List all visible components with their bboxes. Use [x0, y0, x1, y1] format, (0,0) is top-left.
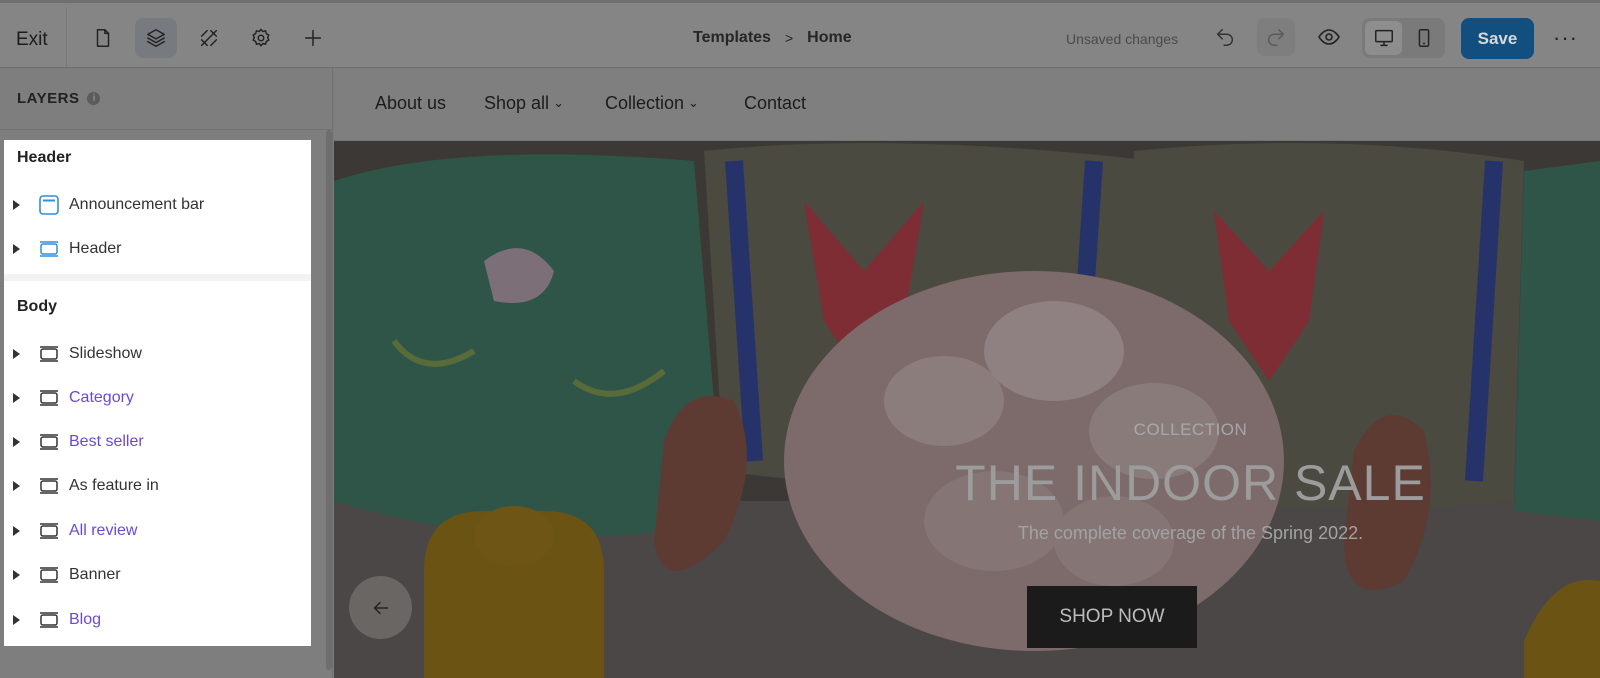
more-options-button[interactable]: ···: [1553, 25, 1578, 51]
preview-button[interactable]: [1313, 21, 1345, 53]
layer-all-review[interactable]: All review: [4, 516, 311, 546]
layer-label: Header: [69, 240, 122, 257]
section-icon: [38, 387, 60, 409]
store-nav: About us Shop all ⌄ Collection ⌄ Contact: [334, 68, 1600, 141]
section-title-body: Body: [17, 298, 57, 315]
hero-content: COLLECTION THE INDOOR SALE The complete …: [334, 141, 1600, 678]
expand-caret-icon[interactable]: [13, 570, 20, 580]
announcement-icon: [38, 194, 60, 216]
page-icon[interactable]: [82, 18, 124, 58]
layer-best-seller[interactable]: Best seller: [4, 427, 311, 457]
section-icon: [38, 475, 60, 497]
layer-header[interactable]: Header: [4, 234, 311, 264]
section-icon: [38, 520, 60, 542]
exit-button[interactable]: Exit: [16, 29, 48, 51]
layer-label: Slideshow: [69, 345, 142, 362]
layers-icon[interactable]: [135, 18, 177, 58]
section-divider: [4, 274, 311, 281]
top-toolbar: Exit Templates > Home Unsaved changes Sa: [0, 0, 1600, 68]
eye-icon: [1318, 29, 1340, 45]
expand-caret-icon[interactable]: [13, 526, 20, 536]
plus-icon[interactable]: [292, 18, 334, 58]
hero-eyebrow: COLLECTION: [1133, 420, 1248, 439]
layer-as-feature-in[interactable]: As feature in: [4, 471, 311, 501]
nav-label: About us: [375, 93, 447, 113]
layer-label: All review: [69, 522, 138, 539]
breadcrumb-separator: >: [784, 30, 794, 46]
breadcrumb: Templates > Home: [693, 29, 852, 47]
toolbar-divider: [66, 7, 67, 67]
layers-panel: LAYERS i Header Announcement bar Header …: [0, 68, 333, 678]
undo-button[interactable]: [1206, 18, 1244, 56]
section-icon: [38, 609, 60, 631]
layers-scrollbar[interactable]: [326, 130, 332, 670]
layer-slideshow[interactable]: Slideshow: [4, 339, 311, 369]
nav-collection[interactable]: Collection ⌄: [605, 93, 699, 114]
section-icon: [38, 343, 60, 365]
layers-list: Header Announcement bar Header Body Slid…: [4, 140, 311, 646]
page-preview: About us Shop all ⌄ Collection ⌄ Contact: [334, 68, 1600, 678]
layer-label: Category: [69, 389, 134, 406]
expand-caret-icon[interactable]: [13, 615, 20, 625]
shop-now-button[interactable]: SHOP NOW: [1027, 586, 1197, 648]
layer-label: Blog: [69, 611, 102, 628]
nav-shop-all[interactable]: Shop all ⌄: [484, 93, 564, 114]
layer-label: Best seller: [69, 433, 144, 450]
expand-caret-icon[interactable]: [13, 349, 20, 359]
save-button[interactable]: Save: [1461, 18, 1534, 59]
layer-category[interactable]: Category: [4, 383, 311, 413]
expand-caret-icon[interactable]: [13, 393, 20, 403]
layer-label: Announcement bar: [69, 196, 205, 213]
hero-headline: THE INDOOR SALE: [955, 455, 1426, 511]
expand-caret-icon[interactable]: [13, 244, 20, 254]
expand-caret-icon[interactable]: [13, 437, 20, 447]
layer-label: As feature in: [69, 477, 159, 494]
section-icon: [38, 431, 60, 453]
nav-contact[interactable]: Contact: [744, 93, 806, 114]
layer-blog[interactable]: Blog: [4, 605, 311, 635]
tools-icon[interactable]: [188, 18, 230, 58]
redo-icon: [1268, 28, 1285, 46]
nav-label: Shop all: [484, 93, 550, 113]
chevron-down-icon: ⌄: [553, 94, 564, 110]
section-icon: [38, 238, 60, 260]
gear-icon[interactable]: [240, 18, 282, 58]
desktop-view-button[interactable]: [1365, 21, 1402, 55]
mobile-view-button[interactable]: [1405, 21, 1442, 55]
section-title-header: Header: [17, 149, 72, 166]
desktop-icon: [1374, 29, 1393, 47]
layer-label: Banner: [69, 566, 121, 583]
layer-banner[interactable]: Banner: [4, 560, 311, 590]
redo-button[interactable]: [1257, 18, 1295, 56]
unsaved-status: Unsaved changes: [1066, 31, 1179, 47]
layers-title: LAYERS: [17, 90, 80, 107]
nav-about-us[interactable]: About us: [375, 93, 446, 114]
nav-label: Contact: [744, 93, 807, 113]
layer-announcement-bar[interactable]: Announcement bar: [4, 190, 311, 220]
breadcrumb-parent[interactable]: Templates: [693, 29, 771, 47]
expand-caret-icon[interactable]: [13, 200, 20, 210]
chevron-down-icon: ⌄: [688, 94, 699, 110]
expand-caret-icon[interactable]: [13, 481, 20, 491]
breadcrumb-current[interactable]: Home: [807, 29, 851, 47]
undo-icon: [1216, 28, 1233, 46]
mobile-icon: [1418, 29, 1429, 47]
nav-label: Collection: [605, 93, 685, 113]
section-icon: [38, 564, 60, 586]
hero-subtitle: The complete coverage of the Spring 2022…: [1017, 523, 1364, 543]
device-toggle: [1362, 18, 1445, 58]
layers-panel-header: LAYERS i: [0, 68, 332, 130]
info-icon[interactable]: i: [87, 92, 101, 105]
hero-slideshow: COLLECTION THE INDOOR SALE The complete …: [334, 141, 1600, 678]
